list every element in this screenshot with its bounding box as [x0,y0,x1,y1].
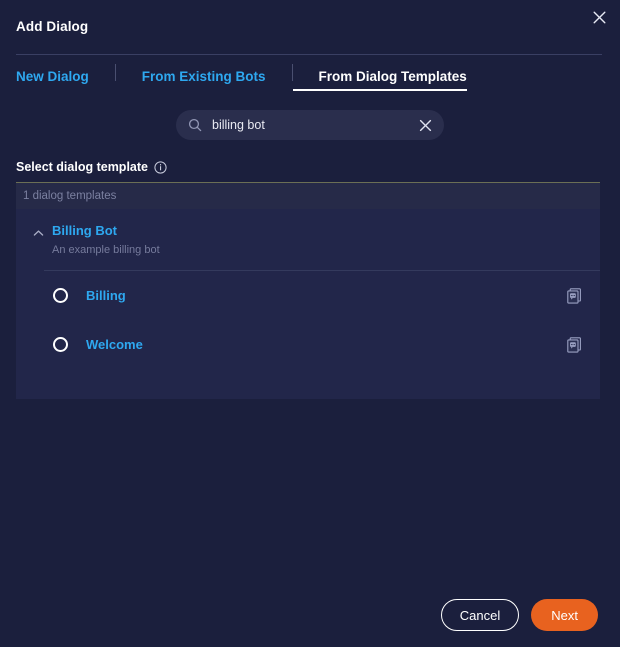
duplicate-icon[interactable] [567,287,582,304]
template-count-label: 1 dialog templates [23,190,117,202]
cancel-button[interactable]: Cancel [440,599,520,631]
template-group-description: An example billing bot [52,244,160,256]
footer-actions: Cancel Next [0,599,620,647]
template-name: Welcome [86,337,143,352]
select-template-label: Select dialog template [16,160,148,174]
tab-from-dialog-templates[interactable]: From Dialog Templates [292,69,493,93]
template-group-header[interactable]: Billing Bot An example billing bot [16,209,600,257]
page-title: Add Dialog [16,19,89,34]
duplicate-icon[interactable] [567,336,582,353]
select-template-label-row: Select dialog template [0,140,620,174]
template-name: Billing [86,288,126,303]
template-group: Billing Bot An example billing bot Billi… [16,209,600,399]
next-button[interactable]: Next [531,599,598,631]
tab-bar: New Dialog From Existing Bots From Dialo… [0,55,620,93]
search-input[interactable] [212,118,413,132]
template-list-panel: 1 dialog templates Billing Bot An exampl… [16,182,600,399]
template-count-header: 1 dialog templates [16,183,600,209]
template-group-title: Billing Bot [52,223,117,238]
add-dialog-modal: Add Dialog New Dialog From Existing Bots… [0,0,620,647]
template-row[interactable]: Billing [16,271,600,320]
clear-search-icon[interactable] [419,119,432,132]
search-box[interactable] [176,110,444,140]
search-area [0,110,620,140]
chevron-up-icon[interactable] [30,225,46,241]
template-group-text: Billing Bot An example billing bot [52,223,160,257]
template-radio-welcome[interactable] [53,337,68,352]
dialog-header: Add Dialog [0,0,620,46]
template-row[interactable]: Welcome [16,320,600,369]
template-radio-billing[interactable] [53,288,68,303]
tab-from-existing-bots[interactable]: From Existing Bots [116,69,292,93]
info-icon[interactable] [154,160,167,174]
close-icon[interactable] [586,4,612,30]
tab-new-dialog[interactable]: New Dialog [16,69,115,93]
search-icon [188,118,202,132]
